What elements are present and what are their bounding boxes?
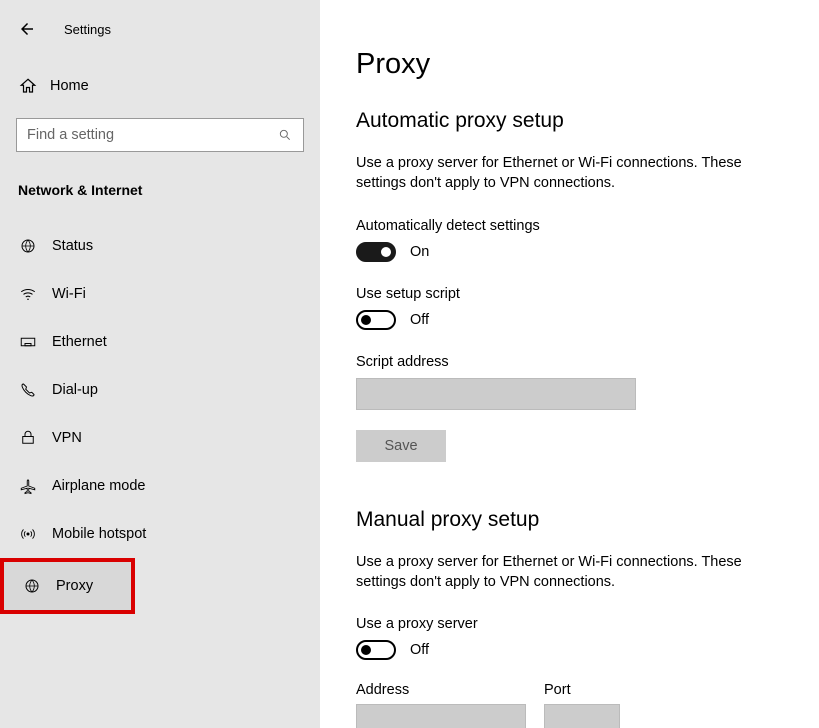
status-icon bbox=[18, 236, 38, 256]
sidebar-item-label: Wi-Fi bbox=[52, 286, 86, 302]
sidebar-item-ethernet[interactable]: Ethernet bbox=[0, 318, 320, 366]
section-header: Network & Internet bbox=[0, 182, 320, 198]
use-proxy-toggle[interactable] bbox=[356, 640, 396, 660]
home-label: Home bbox=[50, 78, 89, 94]
script-address-label: Script address bbox=[356, 354, 783, 370]
manual-proxy-heading: Manual proxy setup bbox=[356, 508, 783, 532]
address-input[interactable] bbox=[356, 704, 526, 728]
auto-detect-state: On bbox=[410, 244, 429, 260]
window-title: Settings bbox=[64, 22, 111, 37]
back-icon[interactable] bbox=[16, 18, 38, 40]
search-field[interactable] bbox=[27, 127, 277, 143]
script-address-input[interactable] bbox=[356, 378, 636, 410]
sidebar-item-vpn[interactable]: VPN bbox=[0, 414, 320, 462]
auto-detect-toggle[interactable] bbox=[356, 242, 396, 262]
airplane-icon bbox=[18, 476, 38, 496]
sidebar-item-dialup[interactable]: Dial-up bbox=[0, 366, 320, 414]
sidebar-item-hotspot[interactable]: Mobile hotspot bbox=[0, 510, 320, 558]
home-icon bbox=[18, 76, 38, 96]
sidebar-item-label: Dial-up bbox=[52, 382, 98, 398]
port-label: Port bbox=[544, 682, 620, 698]
search-icon bbox=[277, 127, 293, 143]
auto-proxy-heading: Automatic proxy setup bbox=[356, 109, 783, 133]
use-script-state: Off bbox=[410, 312, 429, 328]
sidebar-item-wifi[interactable]: Wi-Fi bbox=[0, 270, 320, 318]
ethernet-icon bbox=[18, 332, 38, 352]
manual-proxy-desc: Use a proxy server for Ethernet or Wi-Fi… bbox=[356, 552, 776, 593]
wifi-icon bbox=[18, 284, 38, 304]
sidebar-item-label: Mobile hotspot bbox=[52, 526, 146, 542]
sidebar-item-label: Proxy bbox=[56, 578, 93, 594]
port-input[interactable] bbox=[544, 704, 620, 728]
proxy-icon bbox=[22, 576, 42, 596]
sidebar-item-proxy[interactable]: Proxy bbox=[4, 562, 131, 610]
save-button[interactable]: Save bbox=[356, 430, 446, 462]
sidebar-item-label: Airplane mode bbox=[52, 478, 146, 494]
sidebar-item-airplane[interactable]: Airplane mode bbox=[0, 462, 320, 510]
vpn-icon bbox=[18, 428, 38, 448]
sidebar-item-label: Status bbox=[52, 238, 93, 254]
address-label: Address bbox=[356, 682, 526, 698]
dialup-icon bbox=[18, 380, 38, 400]
sidebar-item-status[interactable]: Status bbox=[0, 222, 320, 270]
use-proxy-label: Use a proxy server bbox=[356, 616, 783, 632]
auto-detect-label: Automatically detect settings bbox=[356, 218, 783, 234]
sidebar-item-label: VPN bbox=[52, 430, 82, 446]
use-script-label: Use setup script bbox=[356, 286, 783, 302]
home-link[interactable]: Home bbox=[0, 68, 320, 104]
use-script-toggle[interactable] bbox=[356, 310, 396, 330]
search-input[interactable] bbox=[16, 118, 304, 152]
auto-proxy-desc: Use a proxy server for Ethernet or Wi-Fi… bbox=[356, 153, 776, 194]
use-proxy-state: Off bbox=[410, 642, 429, 658]
page-title: Proxy bbox=[356, 48, 783, 81]
hotspot-icon bbox=[18, 524, 38, 544]
sidebar-item-label: Ethernet bbox=[52, 334, 107, 350]
